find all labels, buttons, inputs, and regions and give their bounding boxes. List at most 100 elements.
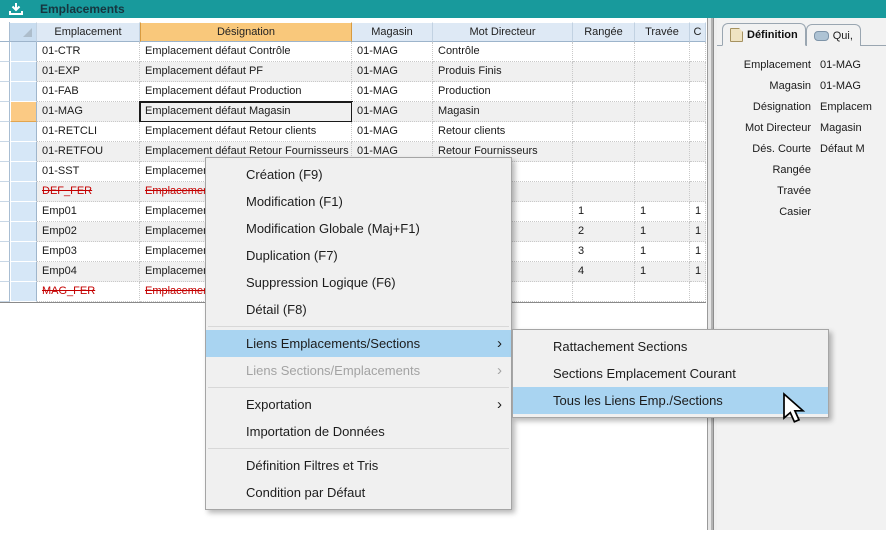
cell-travee[interactable]: [635, 102, 690, 122]
cell-casier[interactable]: 1: [690, 202, 706, 222]
row-margin[interactable]: [0, 222, 10, 242]
cell-casier[interactable]: [690, 282, 706, 302]
row-margin[interactable]: [0, 242, 10, 262]
column-header-emplacement[interactable]: Emplacement: [37, 22, 140, 42]
row-selector[interactable]: [10, 242, 37, 262]
cell-rangee[interactable]: [573, 162, 635, 182]
cell-magasin[interactable]: 01-MAG: [352, 42, 433, 62]
row-margin[interactable]: [0, 102, 10, 122]
cell-rangee[interactable]: [573, 142, 635, 162]
cell-casier[interactable]: [690, 82, 706, 102]
cell-emplacement[interactable]: Emp04: [37, 262, 140, 282]
row-selector[interactable]: [10, 142, 37, 162]
submenu-item-rattachement-sections[interactable]: Rattachement Sections: [513, 333, 828, 360]
cell-emplacement[interactable]: 01-MAG: [37, 102, 140, 122]
cell-casier[interactable]: [690, 122, 706, 142]
cell-emplacement[interactable]: Emp02: [37, 222, 140, 242]
column-header-rangee[interactable]: Rangée: [573, 22, 635, 42]
row-margin[interactable]: [0, 282, 10, 302]
cell-emplacement[interactable]: 01-RETCLI: [37, 122, 140, 142]
cell-casier[interactable]: 1: [690, 262, 706, 282]
cell-travee[interactable]: 1: [635, 222, 690, 242]
cell-emplacement[interactable]: 01-FAB: [37, 82, 140, 102]
row-margin[interactable]: [0, 142, 10, 162]
panel-splitter[interactable]: [706, 18, 717, 530]
row-selector[interactable]: [10, 42, 37, 62]
row-margin[interactable]: [0, 42, 10, 62]
cell-rangee[interactable]: [573, 122, 635, 142]
menu-item-definition-filtres-et-tris[interactable]: Définition Filtres et Tris: [206, 452, 511, 479]
cell-emplacement[interactable]: DEF_FER: [37, 182, 140, 202]
cell-travee[interactable]: [635, 42, 690, 62]
cell-emplacement[interactable]: MAG_FER: [37, 282, 140, 302]
tab-definition[interactable]: Définition: [722, 23, 806, 46]
row-selector[interactable]: [10, 282, 37, 302]
cell-travee[interactable]: [635, 182, 690, 202]
cell-rangee[interactable]: 4: [573, 262, 635, 282]
row-selector[interactable]: [10, 162, 37, 182]
cell-designation[interactable]: Emplacement défaut Contrôle: [140, 42, 352, 62]
cell-rangee[interactable]: [573, 42, 635, 62]
cell-travee[interactable]: 1: [635, 202, 690, 222]
cell-rangee[interactable]: [573, 282, 635, 302]
cell-mot_directeur[interactable]: Produis Finis: [433, 62, 573, 82]
row-margin[interactable]: [0, 262, 10, 282]
row-margin[interactable]: [0, 202, 10, 222]
cell-designation[interactable]: Emplacement défaut Magasin: [140, 102, 352, 122]
cell-mot_directeur[interactable]: Contrôle: [433, 42, 573, 62]
row-margin[interactable]: [0, 82, 10, 102]
cell-designation[interactable]: Emplacement défaut Retour clients: [140, 122, 352, 142]
row-margin[interactable]: [0, 182, 10, 202]
cell-magasin[interactable]: 01-MAG: [352, 62, 433, 82]
menu-item-condition-par-defaut[interactable]: Condition par Défaut: [206, 479, 511, 506]
cell-travee[interactable]: [635, 82, 690, 102]
row-selector[interactable]: [10, 102, 37, 122]
column-header-designation[interactable]: Désignation: [140, 22, 352, 42]
row-selector[interactable]: [10, 62, 37, 82]
cell-casier[interactable]: 1: [690, 222, 706, 242]
column-header-travee[interactable]: Travée: [635, 22, 690, 42]
cell-emplacement[interactable]: 01-CTR: [37, 42, 140, 62]
row-selector[interactable]: [10, 182, 37, 202]
tab-qui[interactable]: Qui,: [806, 24, 861, 46]
cell-casier[interactable]: [690, 142, 706, 162]
cell-emplacement[interactable]: 01-SST: [37, 162, 140, 182]
cell-travee[interactable]: [635, 142, 690, 162]
row-margin[interactable]: [0, 62, 10, 82]
cell-designation[interactable]: Emplacement défaut Production: [140, 82, 352, 102]
cell-rangee[interactable]: 3: [573, 242, 635, 262]
row-selector[interactable]: [10, 122, 37, 142]
cell-travee[interactable]: 1: [635, 262, 690, 282]
menu-item-suppression-logique-f6[interactable]: Suppression Logique (F6): [206, 269, 511, 296]
cell-rangee[interactable]: [573, 102, 635, 122]
cell-casier[interactable]: [690, 62, 706, 82]
cell-emplacement[interactable]: 01-RETFOU: [37, 142, 140, 162]
column-header-magasin[interactable]: Magasin: [352, 22, 433, 42]
menu-item-importation-de-donnees[interactable]: Importation de Données: [206, 418, 511, 445]
cell-emplacement[interactable]: 01-EXP: [37, 62, 140, 82]
cell-magasin[interactable]: 01-MAG: [352, 122, 433, 142]
cell-travee[interactable]: 1: [635, 242, 690, 262]
cell-rangee[interactable]: [573, 182, 635, 202]
cell-emplacement[interactable]: Emp01: [37, 202, 140, 222]
cell-travee[interactable]: [635, 282, 690, 302]
submenu-item-sections-emplacement-courant[interactable]: Sections Emplacement Courant: [513, 360, 828, 387]
row-margin[interactable]: [0, 162, 10, 182]
cell-rangee[interactable]: [573, 82, 635, 102]
row-selector[interactable]: [10, 222, 37, 242]
column-header-casier[interactable]: C: [690, 22, 706, 42]
cell-rangee[interactable]: [573, 62, 635, 82]
column-header-mot_directeur[interactable]: Mot Directeur: [433, 22, 573, 42]
cell-mot_directeur[interactable]: Production: [433, 82, 573, 102]
menu-item-duplication-f7[interactable]: Duplication (F7): [206, 242, 511, 269]
cell-designation[interactable]: Emplacement défaut PF: [140, 62, 352, 82]
row-selector[interactable]: [10, 202, 37, 222]
cell-travee[interactable]: [635, 62, 690, 82]
cell-emplacement[interactable]: Emp03: [37, 242, 140, 262]
menu-item-detail-f8[interactable]: Détail (F8): [206, 296, 511, 323]
menu-item-liens-emplacements-sections[interactable]: Liens Emplacements/Sections›: [206, 330, 511, 357]
cell-casier[interactable]: 1: [690, 242, 706, 262]
cell-magasin[interactable]: 01-MAG: [352, 102, 433, 122]
menu-item-modification-globale-maj-f1[interactable]: Modification Globale (Maj+F1): [206, 215, 511, 242]
menu-item-exportation[interactable]: Exportation›: [206, 391, 511, 418]
